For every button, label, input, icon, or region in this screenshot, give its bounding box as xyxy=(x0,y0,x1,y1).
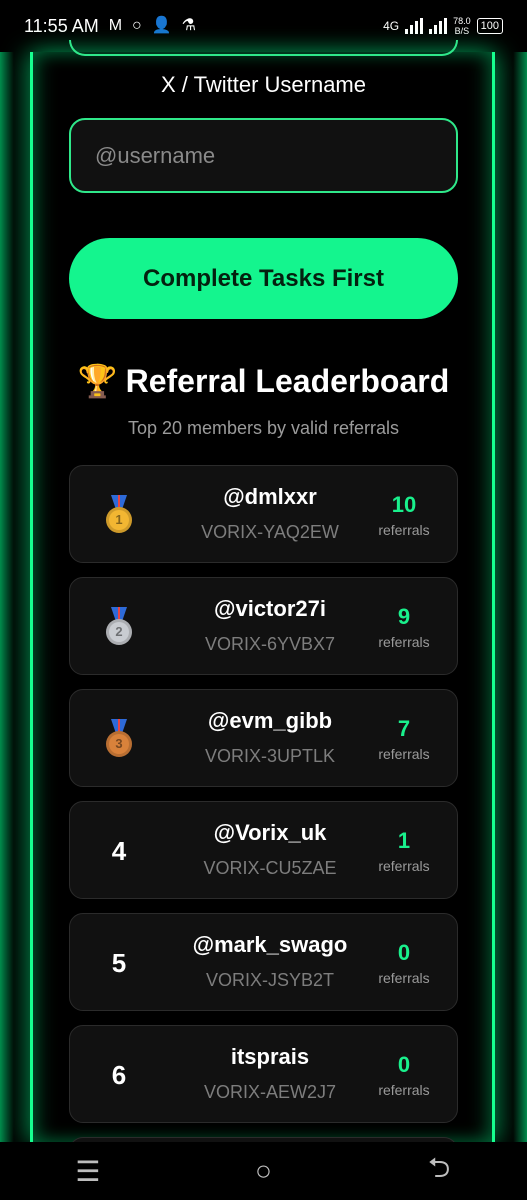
leaderboard-row: 1 @dmlxxr VORIX-YAQ2EW 10 referrals xyxy=(69,465,458,563)
clock: 11:55 AM xyxy=(24,15,99,36)
leaderboard-row: 2 @victor27i VORIX-6YVBX7 9 referrals xyxy=(69,577,458,675)
complete-tasks-button[interactable]: Complete Tasks First xyxy=(69,238,458,319)
signal-icon-2 xyxy=(429,18,448,34)
rank-number: 5 xyxy=(111,947,127,978)
leaderboard-row: 3 @evm_gibb VORIX-3UPTLK 7 referrals xyxy=(69,689,458,787)
member-handle: @evm_gibb xyxy=(207,708,333,733)
leaderboard-row: 4 @Vorix_uk VORIX-CU5ZAE 1 referrals xyxy=(69,801,458,899)
referral-code: VORIX-3UPTLK xyxy=(204,746,336,766)
username-label: X / Twitter Username xyxy=(161,72,366,97)
leaderboard-title-text: Referral Leaderboard xyxy=(125,363,450,399)
member-handle: @dmlxxr xyxy=(223,484,317,509)
referral-count: 0 xyxy=(397,940,411,965)
circle-notification-icon: ○ xyxy=(132,17,142,34)
referrals-label: referrals xyxy=(378,858,430,874)
rank-slot: 2 xyxy=(90,578,148,676)
username-field-wrapper[interactable] xyxy=(69,118,458,193)
leaderboard-row: 6 itsprais VORIX-AEW2J7 0 referrals xyxy=(69,1025,458,1123)
referral-count: 9 xyxy=(397,604,411,629)
username-input[interactable] xyxy=(93,141,434,170)
previous-field-edge xyxy=(69,40,458,56)
back-icon[interactable]: ⮌ xyxy=(409,1147,469,1195)
flask-icon: ⚗ xyxy=(181,17,196,34)
trophy-icon: 🏆 xyxy=(77,363,118,399)
net-speed: 78.0 B/S xyxy=(453,16,471,36)
referrals-label: referrals xyxy=(378,746,430,762)
rank-number: 4 xyxy=(111,835,127,866)
referral-count: 10 xyxy=(391,492,417,517)
referral-count: 1 xyxy=(397,828,411,853)
add-person-icon: 👤 xyxy=(151,17,172,34)
signal-icon xyxy=(405,18,424,34)
member-handle: @Vorix_uk xyxy=(213,820,327,845)
gmail-icon: M xyxy=(108,17,123,34)
rank-slot: 3 xyxy=(90,690,148,788)
referral-count: 0 xyxy=(397,1052,411,1077)
referrals-label: referrals xyxy=(378,970,430,986)
referrals-label: referrals xyxy=(378,1082,430,1098)
leaderboard-subtitle: Top 20 members by valid referrals xyxy=(127,418,400,438)
rank-number: 6 xyxy=(111,1059,127,1090)
leaderboard-title: 🏆 Referral Leaderboard xyxy=(69,362,458,400)
referral-code: VORIX-6YVBX7 xyxy=(204,634,336,654)
referrals-label: referrals xyxy=(378,522,430,538)
bronze-medal-icon: 3 xyxy=(104,719,134,759)
leaderboard-row: 5 @mark_swago VORIX-JSYB2T 0 referrals xyxy=(69,913,458,1011)
left-glow xyxy=(0,52,14,1142)
referral-code: VORIX-AEW2J7 xyxy=(203,1082,337,1102)
member-handle: @victor27i xyxy=(214,596,326,621)
member-handle: @mark_swago xyxy=(192,932,348,957)
referral-code: VORIX-JSYB2T xyxy=(205,970,335,990)
gold-medal-icon: 1 xyxy=(104,495,134,535)
referral-code: VORIX-CU5ZAE xyxy=(203,858,337,878)
home-icon[interactable]: ○ xyxy=(233,1155,293,1187)
battery-icon: 100 xyxy=(476,18,503,34)
member-handle: itsprais xyxy=(230,1044,310,1069)
silver-medal-icon: 2 xyxy=(104,607,134,647)
referral-count: 7 xyxy=(397,716,411,741)
recents-icon[interactable]: ☰ xyxy=(58,1155,118,1188)
referrals-label: referrals xyxy=(378,634,430,650)
referral-code: VORIX-YAQ2EW xyxy=(201,522,339,542)
rank-slot: 1 xyxy=(90,466,148,564)
system-nav-bar: ☰ ○ ⮌ xyxy=(0,1142,527,1200)
right-glow xyxy=(513,52,527,1142)
network-type: 4G xyxy=(383,19,400,33)
